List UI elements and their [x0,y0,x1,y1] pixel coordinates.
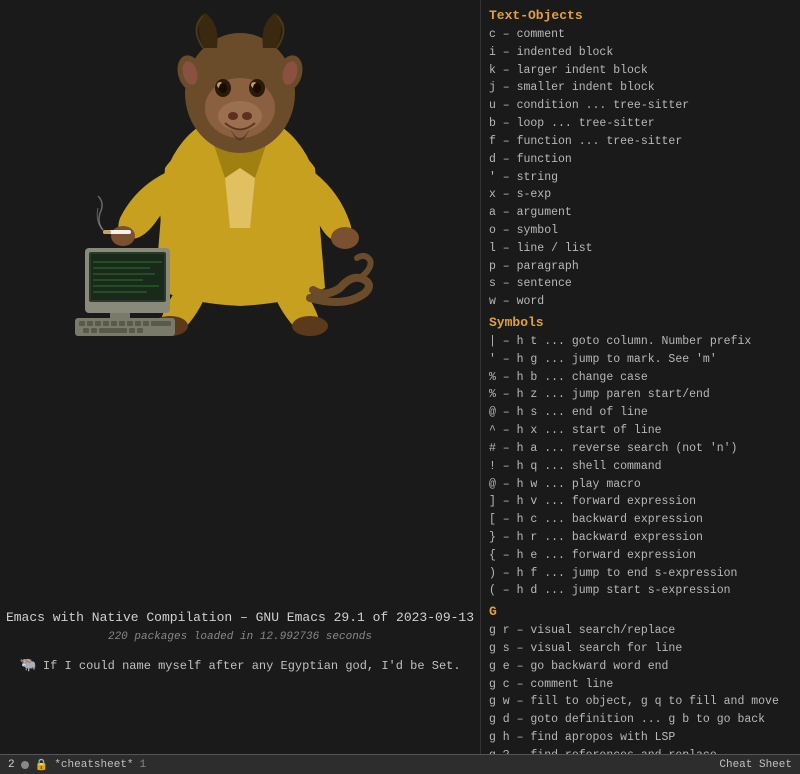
cheat-item-0-9: x – s-exp [489,186,794,204]
cheat-item-1-14: ( – h d ... jump start s-expression [489,582,794,600]
cheat-item-0-15: w – word [489,293,794,311]
status-buffer[interactable]: *cheatsheet* [54,759,133,771]
status-bar: 2 🔒 *cheatsheet* 1 Cheat Sheet [0,754,800,774]
cheat-item-2-0: g r – visual search/replace [489,622,794,640]
cheat-item-0-3: j – smaller indent block [489,79,794,97]
cheat-item-0-0: c – comment [489,26,794,44]
cheat-item-0-8: ' – string [489,169,794,187]
cheat-item-1-10: [ – h c ... backward expression [489,511,794,529]
cheat-item-0-6: f – function ... tree-sitter [489,133,794,151]
cheat-item-1-2: % – h b ... change case [489,369,794,387]
cheat-item-0-7: d – function [489,151,794,169]
cheat-item-0-4: u – condition ... tree-sitter [489,97,794,115]
section-header-1: Symbols [489,315,794,330]
cheat-item-1-13: ) – h f ... jump to end s-expression [489,565,794,583]
splash-subtitle: 220 packages loaded in 12.992736 seconds [108,631,372,643]
section-header-2: G [489,604,794,619]
left-panel: Emacs with Native Compilation – GNU Emac… [0,0,480,774]
cheat-item-0-5: b – loop ... tree-sitter [489,115,794,133]
gnu-mascot [55,8,425,338]
cheat-item-1-8: @ – h w ... play macro [489,476,794,494]
cheat-item-1-6: # – h a ... reverse search (not 'n') [489,440,794,458]
status-right-label: Cheat Sheet [719,759,792,771]
cheat-item-2-5: g d – goto definition ... g b to go back [489,711,794,729]
cheat-item-1-12: { – h e ... forward expression [489,547,794,565]
splash-message: 🐃 If I could name myself after any Egypt… [19,657,460,674]
sections-container: Text-Objects c – commenti – indented bloc… [489,8,794,754]
splash-info: Emacs with Native Compilation – GNU Emac… [0,610,480,674]
cheat-item-0-11: o – symbol [489,222,794,240]
cheat-item-1-1: ' – h g ... jump to mark. See 'm' [489,351,794,369]
cheat-item-1-3: % – h z ... jump paren start/end [489,386,794,404]
cheat-item-1-7: ! – h q ... shell command [489,458,794,476]
status-lock-icon: 🔒 [35,758,49,772]
cheat-item-0-10: a – argument [489,204,794,222]
cheat-item-0-13: p – paragraph [489,258,794,276]
cheat-item-1-5: ^ – h x ... start of line [489,422,794,440]
status-bufnum: 1 [140,759,147,771]
splash-message-text: If I could name myself after any Egyptia… [43,659,461,673]
cheat-item-1-4: @ – h s ... end of line [489,404,794,422]
cheat-item-2-1: g s – visual search for line [489,640,794,658]
cheat-item-2-7: g ? – find references and replace [489,747,794,754]
cheat-item-2-4: g w – fill to object, g q to fill and mo… [489,693,794,711]
right-panel: Text-Objects c – commenti – indented bloc… [480,0,800,754]
section-header-0: Text-Objects [489,8,794,23]
cheat-item-0-1: i – indented block [489,44,794,62]
cheat-item-1-0: | – h t ... goto column. Number prefix [489,333,794,351]
splash-title: Emacs with Native Compilation – GNU Emac… [6,610,474,625]
status-number: 2 [8,759,15,771]
status-dot [21,761,29,769]
cheat-item-1-11: } – h r ... backward expression [489,529,794,547]
cheat-item-2-3: g c – comment line [489,676,794,694]
gnu-icon: 🐃 [19,657,36,674]
cheat-item-0-12: l – line / list [489,240,794,258]
cheat-item-0-14: s – sentence [489,275,794,293]
cheat-item-0-2: k – larger indent block [489,62,794,80]
cheat-item-1-9: ] – h v ... forward expression [489,493,794,511]
cheat-item-2-2: g e – go backward word end [489,658,794,676]
cheat-item-2-6: g h – find apropos with LSP [489,729,794,747]
